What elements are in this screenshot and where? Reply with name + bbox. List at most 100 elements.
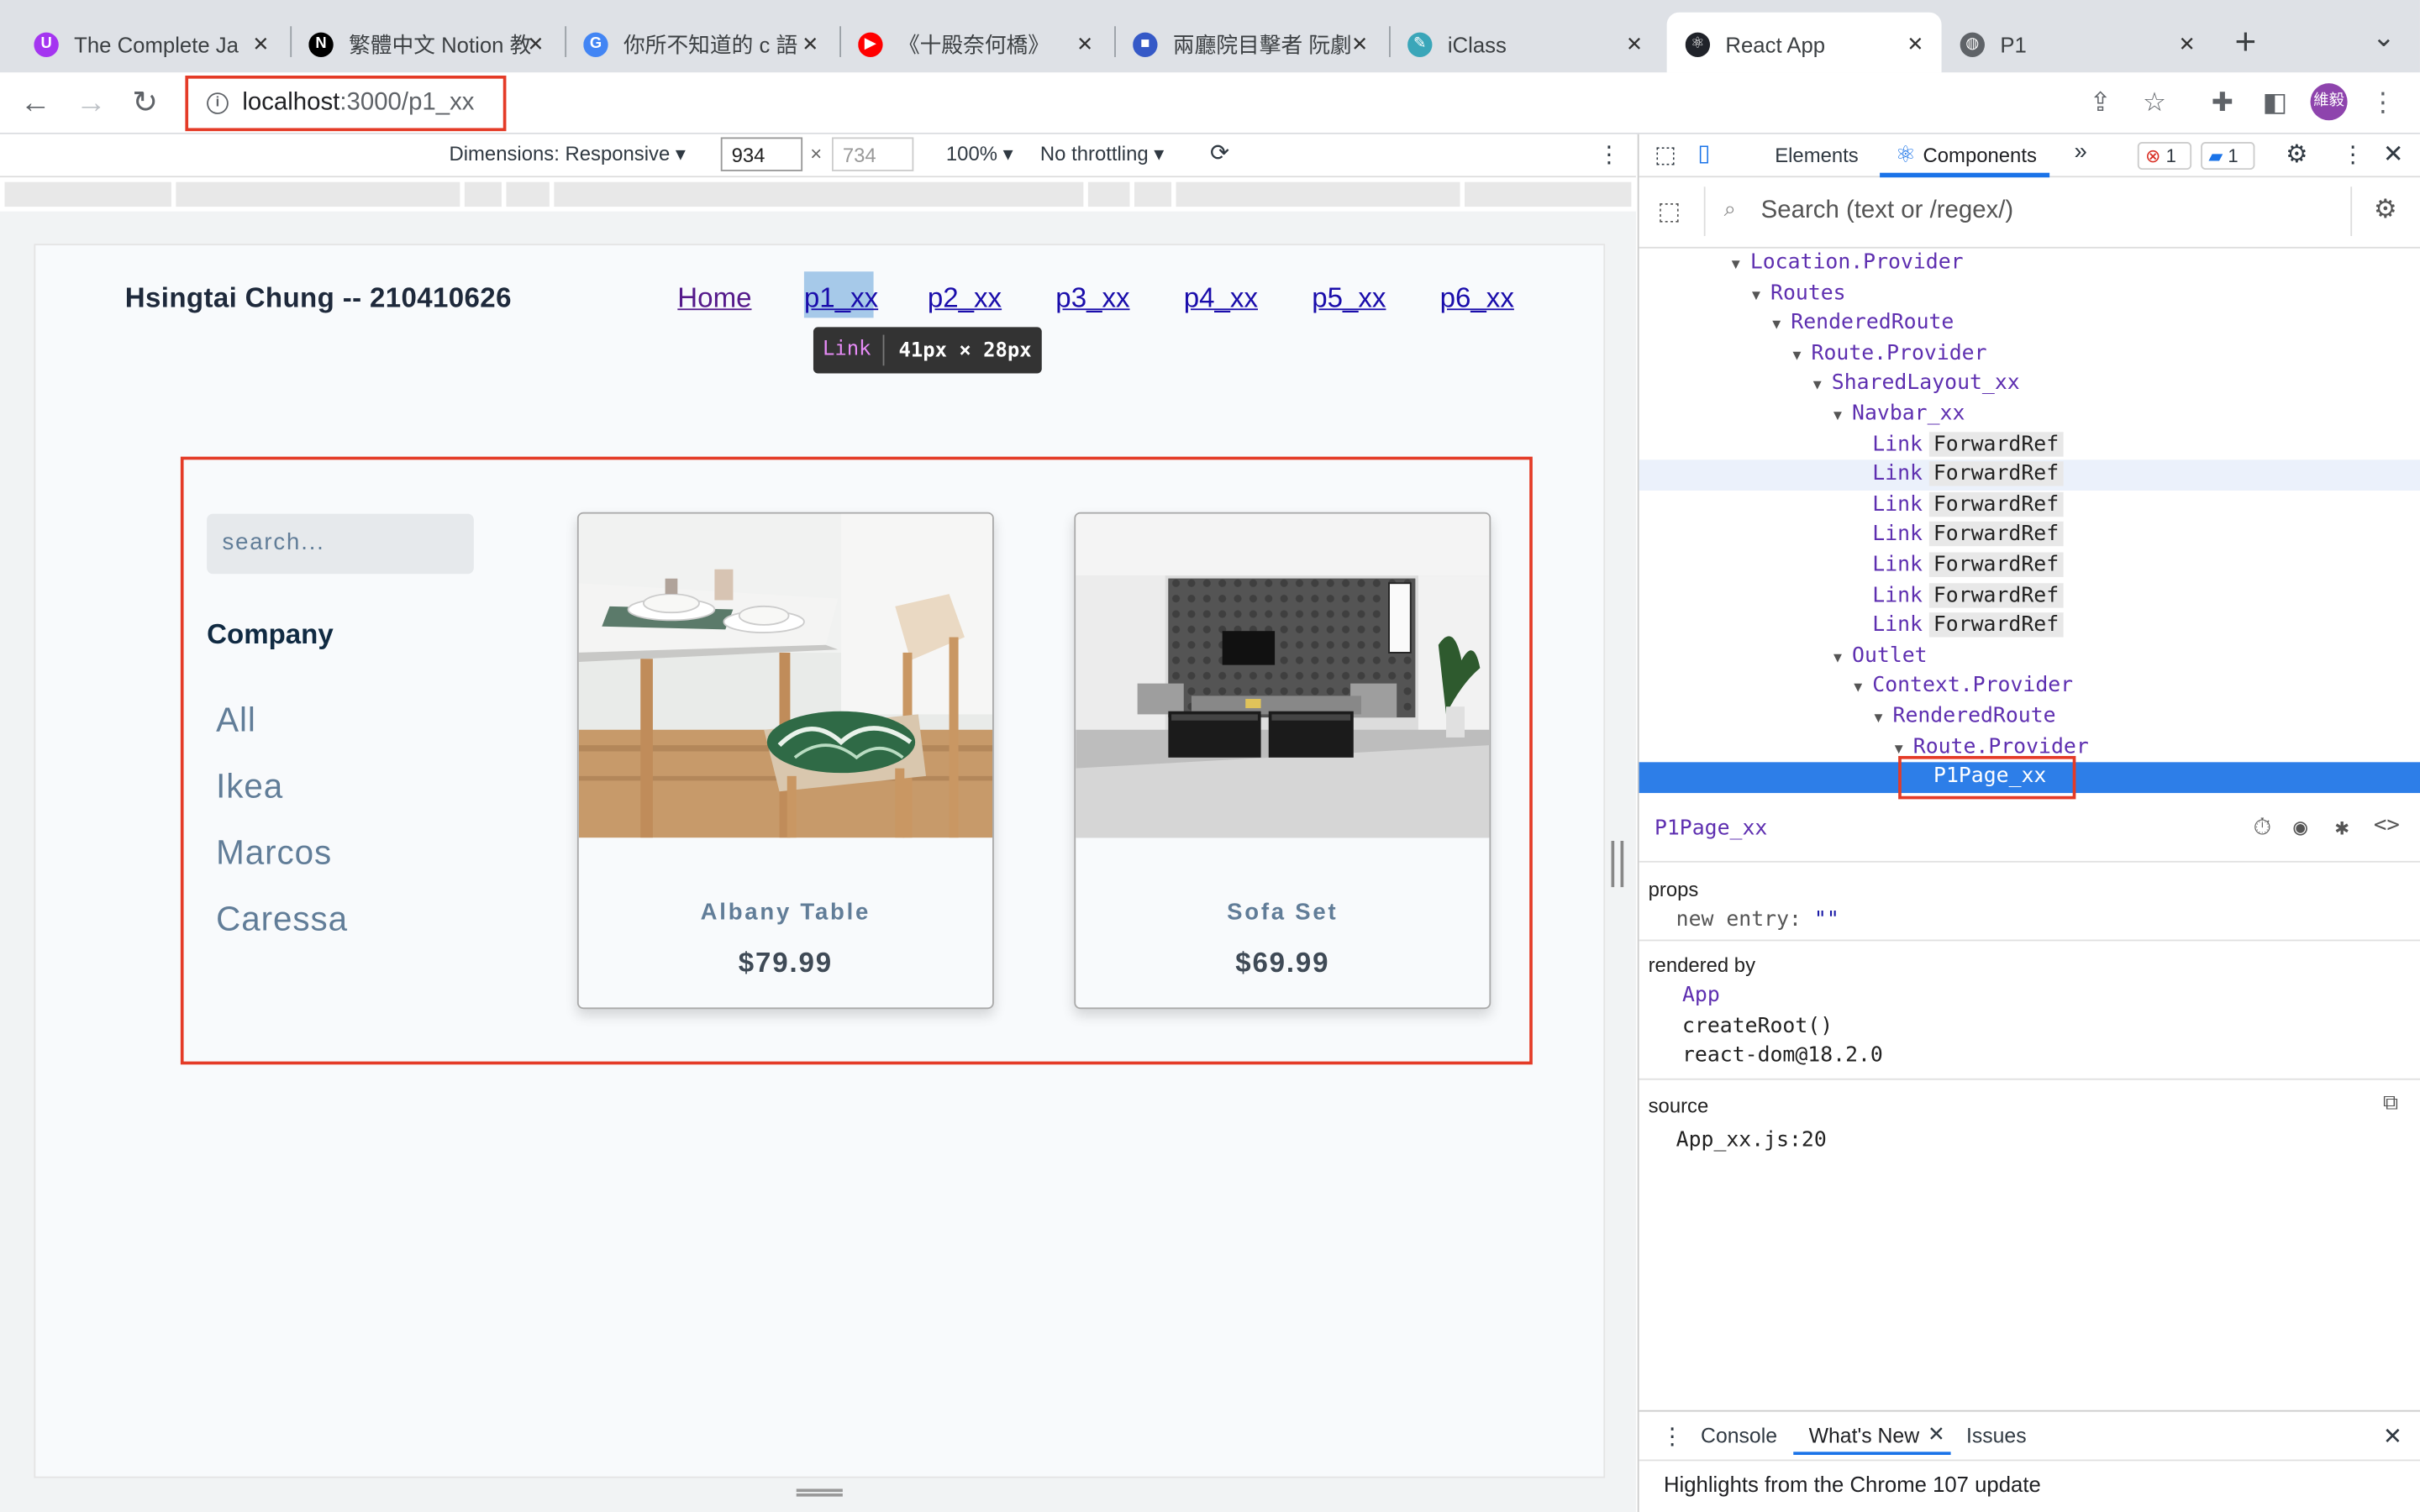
tree-node[interactable]: ▼ Route.Provider [1639, 339, 2420, 370]
nav-link-p2[interactable]: p2_xx [928, 282, 1002, 315]
product-card[interactable]: Sofa Set $69.99 [1074, 512, 1491, 1010]
copy-icon[interactable]: ⧉ [2383, 1091, 2398, 1116]
height-input[interactable] [831, 137, 914, 171]
tree-node[interactable]: ▼ Navbar_xx [1639, 400, 2420, 430]
tree-node[interactable]: Link ForwardRef [1639, 551, 2420, 581]
bookmark-star-icon[interactable]: ☆ [2136, 85, 2173, 122]
rendered-by-app[interactable]: App [1682, 983, 1720, 1007]
product-card[interactable]: Albany Table $79.99 [576, 512, 994, 1010]
tree-node[interactable]: Link ForwardRef [1639, 612, 2420, 642]
browser-tab[interactable]: ⚛ React App ✕ [1685, 15, 1928, 72]
tree-node[interactable]: Link ForwardRef [1639, 521, 2420, 551]
tree-node[interactable]: Link ForwardRef [1639, 459, 2420, 491]
message-count-badge[interactable]: ▰ 1 [2201, 141, 2255, 171]
company-filter-marcos[interactable]: Marcos [216, 833, 332, 874]
nav-link-p6[interactable]: p6_xx [1440, 282, 1514, 315]
company-filter-all[interactable]: All [216, 701, 256, 741]
close-tab-icon[interactable]: ✕ [249, 32, 273, 56]
tree-node[interactable]: ▼ Routes [1639, 279, 2420, 309]
select-component-icon[interactable]: ⬚ [1658, 196, 1681, 227]
rotate-icon[interactable]: ⟳ [1210, 139, 1229, 166]
tree-node[interactable]: Link ForwardRef [1639, 581, 2420, 612]
tab-search-chevron-icon[interactable]: ⌄ [2372, 22, 2396, 55]
drawer-tab-issues[interactable]: Issues [1966, 1424, 2027, 1447]
width-input[interactable] [720, 137, 803, 171]
bug-icon[interactable]: ✱ [2335, 813, 2349, 841]
eye-icon[interactable]: ◉ [2293, 813, 2307, 841]
close-tab-icon[interactable]: ✕ [1073, 32, 1097, 56]
tree-node[interactable]: ▼ SharedLayout_xx [1639, 370, 2420, 400]
nav-link-p4[interactable]: p4_xx [1184, 282, 1258, 315]
share-icon[interactable]: ⇪ [2082, 85, 2119, 122]
viewport-bottom-handle[interactable] [796, 1488, 843, 1497]
browser-tab[interactable]: ✎ iClass ✕ [1407, 15, 1647, 72]
close-whats-new-icon[interactable]: ✕ [1928, 1422, 1945, 1446]
back-arrow-icon[interactable]: ← [17, 85, 54, 122]
view-source-icon[interactable]: <> [2374, 813, 2400, 837]
nav-link-home[interactable]: Home [677, 282, 751, 315]
prop-row[interactable]: new entry: "" [1676, 907, 1839, 932]
source-location[interactable]: App_xx.js:20 [1676, 1128, 1827, 1152]
tree-node[interactable]: Link ForwardRef [1639, 430, 2420, 460]
dimensions-select[interactable]: Dimensions: Responsive ▾ [449, 142, 685, 166]
tree-node[interactable]: ▼ RenderedRoute [1639, 702, 2420, 732]
error-count-badge[interactable]: ⊗ 1 [2137, 141, 2192, 171]
tree-node[interactable]: ▼ RenderedRoute [1639, 309, 2420, 339]
close-tab-icon[interactable]: ✕ [1347, 32, 1371, 56]
close-tab-icon[interactable]: ✕ [2175, 32, 2199, 56]
nav-link-p5[interactable]: p5_xx [1312, 282, 1386, 315]
tree-node[interactable]: ▼ Outlet [1639, 642, 2420, 672]
device-mode-icon[interactable]: ▯ [1697, 139, 1710, 166]
new-tab-button[interactable]: + [2235, 22, 2257, 65]
tree-expand-icon[interactable]: ▼ [1833, 402, 1852, 433]
drawer-menu-icon[interactable]: ⋮ [1660, 1422, 1684, 1450]
more-tabs-icon[interactable]: » [2075, 139, 2087, 165]
side-panel-icon[interactable]: ◧ [2256, 85, 2293, 122]
tree-node[interactable]: ▼ Context.Provider [1639, 672, 2420, 702]
profile-avatar[interactable]: 維毅 [2310, 83, 2348, 121]
search-input[interactable]: search... [207, 513, 474, 575]
company-filter-ikea[interactable]: Ikea [216, 767, 283, 807]
close-tab-icon[interactable]: ✕ [523, 32, 548, 56]
company-filter-caressa[interactable]: Caressa [216, 900, 348, 940]
browser-tab[interactable]: ▶ 《十殿奈何橋》 ✕ [858, 15, 1097, 72]
tree-expand-icon[interactable]: ▼ [1752, 281, 1770, 312]
chrome-menu-icon[interactable]: ⋮ [2365, 85, 2402, 122]
extensions-puzzle-icon[interactable]: ✚ [2204, 85, 2241, 122]
zoom-select[interactable]: 100% ▾ [946, 142, 1013, 166]
nav-link-p3[interactable]: p3_xx [1055, 282, 1129, 315]
devtools-menu-icon[interactable]: ⋮ [2341, 140, 2365, 168]
close-tab-icon[interactable]: ✕ [1622, 32, 1646, 56]
tree-expand-icon[interactable]: ▼ [1833, 644, 1852, 675]
tab-elements[interactable]: Elements [1775, 144, 1859, 167]
close-tab-icon[interactable]: ✕ [1903, 32, 1928, 56]
site-info-icon[interactable]: i [207, 92, 229, 114]
browser-tab[interactable]: N 繁體中文 Notion 教 ✕ [308, 15, 548, 72]
close-tab-icon[interactable]: ✕ [798, 32, 823, 56]
tree-expand-icon[interactable]: ▼ [1874, 705, 1892, 735]
settings-gear-icon[interactable]: ⚙ [2286, 139, 2307, 170]
browser-tab[interactable]: U The Complete Ja ✕ [34, 15, 273, 72]
browser-tab[interactable]: G 你所不知道的 c 語 ✕ [583, 15, 823, 72]
tree-node[interactable]: Link ForwardRef [1639, 491, 2420, 521]
tree-expand-icon[interactable]: ▼ [1792, 342, 1811, 372]
close-drawer-icon[interactable]: ✕ [2383, 1422, 2402, 1450]
component-settings-gear-icon[interactable]: ⚙ [2374, 194, 2397, 225]
throttling-select[interactable]: No throttling ▾ [1040, 142, 1164, 166]
media-query-bar[interactable] [0, 177, 1636, 212]
tree-expand-icon[interactable]: ▼ [1854, 675, 1872, 705]
forward-arrow-icon[interactable]: → [72, 85, 109, 122]
tree-expand-icon[interactable]: ▼ [1813, 372, 1832, 402]
stopwatch-icon[interactable]: ⏱ [2254, 813, 2271, 841]
url-bar[interactable]: i localhost:3000/p1_xx [185, 75, 507, 132]
viewport-resize-handle[interactable] [1611, 841, 1624, 888]
drawer-tab-console[interactable]: Console [1701, 1424, 1777, 1447]
reload-icon[interactable]: ↻ [127, 85, 164, 122]
tree-node[interactable]: ▼ Location.Provider [1639, 249, 2420, 279]
browser-tab[interactable]: ■ 兩廳院目擊者 阮劇 ✕ [1133, 15, 1372, 72]
tree-expand-icon[interactable]: ▼ [1732, 251, 1750, 281]
nav-link-p1[interactable]: p1_xx [804, 282, 878, 315]
tree-expand-icon[interactable]: ▼ [1772, 312, 1791, 342]
device-toolbar-menu-icon[interactable]: ⋮ [1597, 140, 1621, 168]
component-search-input[interactable]: Search (text or /regex/) [1761, 197, 2014, 225]
